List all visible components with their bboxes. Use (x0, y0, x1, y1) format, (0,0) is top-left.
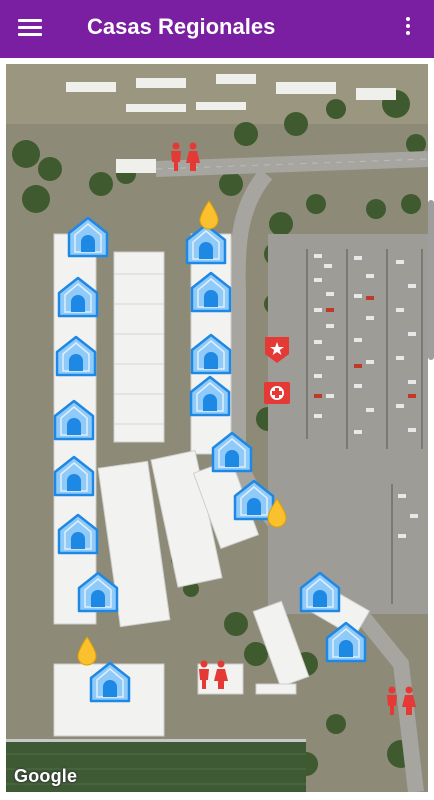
water-drop-icon[interactable] (198, 200, 220, 235)
house-icon[interactable] (52, 454, 96, 503)
app-bar: Casas Regionales (0, 0, 434, 58)
house-icon[interactable] (188, 374, 232, 423)
google-attribution: Google (14, 766, 78, 786)
house-icon[interactable] (52, 398, 96, 447)
house-icon[interactable] (210, 430, 254, 479)
house-icon[interactable] (324, 620, 368, 669)
water-drop-icon[interactable] (76, 636, 98, 671)
restroom-icon[interactable] (168, 142, 202, 177)
restroom-icon[interactable] (196, 660, 230, 695)
water-drop-icon[interactable] (266, 498, 288, 533)
police-shield-icon[interactable] (264, 336, 290, 369)
house-icon[interactable] (56, 512, 100, 561)
house-icon[interactable] (189, 270, 233, 319)
more-vert-icon[interactable] (398, 14, 418, 42)
house-icon[interactable] (298, 570, 342, 619)
first-aid-icon[interactable] (264, 382, 290, 409)
edge-scroll-handle[interactable] (428, 200, 434, 360)
page-title: Casas Regionales (87, 14, 276, 39)
restroom-icon[interactable] (384, 686, 418, 721)
bottom-strip (0, 792, 434, 800)
satellite-map[interactable]: Google (6, 64, 428, 792)
house-icon[interactable] (54, 334, 98, 383)
house-icon[interactable] (56, 275, 100, 324)
hamburger-menu-icon[interactable] (18, 16, 46, 40)
house-icon[interactable] (66, 215, 110, 264)
house-icon[interactable] (76, 570, 120, 619)
